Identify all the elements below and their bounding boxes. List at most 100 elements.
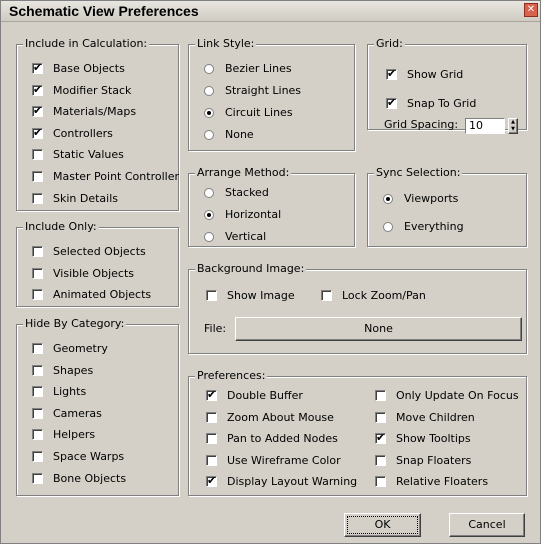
- check-icon: ✔: [387, 67, 397, 80]
- option-label: Bone Objects: [53, 471, 127, 485]
- option-label: Space Warps: [53, 450, 125, 463]
- option-label: Cameras: [53, 406, 102, 420]
- option-label: Circuit Lines: [225, 106, 293, 119]
- radio-circle[interactable]: [383, 222, 393, 232]
- radio-circle[interactable]: [204, 86, 214, 96]
- group-title: Arrange Method:: [195, 166, 292, 180]
- option-label: Controllers: [53, 126, 113, 140]
- title-bar[interactable]: Schematic View Preferences ✕: [1, 1, 540, 22]
- checkbox-box[interactable]: [375, 476, 386, 487]
- checkbox-box[interactable]: ✔: [32, 125, 43, 139]
- option-label: Double Buffer: [227, 389, 303, 402]
- option-label: Helpers: [53, 428, 96, 442]
- file-label: File:: [204, 322, 227, 335]
- option-label: Static Values: [53, 148, 124, 162]
- cancel-button[interactable]: Cancel: [449, 513, 525, 537]
- arrange-method-group: Arrange Method: Stacked Horizontal Vertica…: [188, 166, 355, 247]
- checkbox-box[interactable]: [32, 171, 43, 182]
- checkbox-box[interactable]: [375, 454, 386, 466]
- check-icon: ✔: [33, 104, 43, 118]
- option-label: Stacked: [225, 186, 269, 199]
- checkbox-box[interactable]: [32, 246, 43, 257]
- group-title: Link Style:: [195, 37, 257, 51]
- option-label: Lights: [53, 385, 87, 399]
- option-label: Everything: [404, 220, 464, 233]
- checkbox-box[interactable]: [32, 364, 43, 376]
- group-title: Sync Selection:: [374, 166, 463, 180]
- hide-by-category-group: Hide By Category: Geometry Shapes Lights Ca…: [16, 317, 179, 496]
- check-icon: ✔: [33, 125, 43, 139]
- option-label: Bezier Lines: [225, 62, 292, 75]
- checkbox-box[interactable]: ✔: [206, 388, 217, 401]
- radio-dot-icon: [207, 111, 211, 115]
- radio-circle[interactable]: [204, 210, 214, 220]
- close-icon[interactable]: ✕: [524, 3, 538, 17]
- checkbox-box[interactable]: [32, 472, 43, 484]
- checkbox-box[interactable]: [32, 386, 43, 398]
- option-label: Selected Objects: [53, 245, 146, 258]
- checkbox-box[interactable]: [206, 454, 217, 466]
- option-label: Straight Lines: [225, 84, 302, 97]
- option-label: Pan to Added Nodes: [227, 432, 338, 445]
- group-title: Grid:: [374, 37, 405, 51]
- option-label: Use Wireframe Color: [227, 453, 341, 467]
- radio-circle[interactable]: [383, 194, 393, 204]
- grid-spacing-input[interactable]: 10: [465, 118, 505, 134]
- option-label: Visible Objects: [53, 266, 134, 280]
- checkbox-box[interactable]: ✔: [375, 431, 386, 444]
- checkbox-box[interactable]: [32, 429, 43, 441]
- radio-dot-icon: [207, 213, 211, 217]
- checkbox-box[interactable]: [375, 390, 386, 401]
- option-label: Materials/Maps: [53, 105, 137, 119]
- option-label: Base Objects: [53, 62, 125, 75]
- checkbox-box[interactable]: ✔: [206, 474, 217, 487]
- include-only-group: Include Only: Selected Objects Visible Ob…: [16, 220, 179, 307]
- checkbox-box[interactable]: [32, 267, 43, 279]
- check-icon: ✔: [207, 388, 217, 401]
- group-title: Hide By Category:: [23, 317, 127, 331]
- checkbox-box[interactable]: [375, 411, 386, 423]
- radio-circle[interactable]: [204, 130, 214, 140]
- option-label: Viewports: [404, 192, 459, 205]
- checkbox-box[interactable]: [32, 149, 43, 161]
- spin-up-icon[interactable]: ▲: [509, 119, 517, 126]
- option-label: Shapes: [53, 363, 94, 377]
- file-select-button[interactable]: None: [235, 317, 522, 341]
- option-label: Modifier Stack: [53, 83, 132, 97]
- link-style-group: Link Style: Bezier Lines Straight Lines Ci…: [188, 37, 355, 151]
- spin-down-icon[interactable]: ▼: [509, 126, 517, 133]
- checkbox-box[interactable]: [32, 343, 43, 354]
- check-icon: ✔: [33, 61, 43, 74]
- checkbox-box[interactable]: [206, 411, 217, 423]
- check-icon: ✔: [33, 82, 43, 96]
- checkbox-box[interactable]: [206, 433, 217, 444]
- radio-dot-icon: [386, 197, 390, 201]
- checkbox-box[interactable]: ✔: [32, 61, 43, 74]
- check-icon: ✔: [387, 96, 397, 109]
- radio-circle[interactable]: [204, 108, 214, 118]
- grid-spacing-spinner[interactable]: ▲ ▼: [508, 118, 518, 134]
- option-label: Show Tooltips: [396, 432, 471, 445]
- radio-circle[interactable]: [204, 232, 214, 242]
- option-label: Display Layout Warning: [227, 475, 358, 488]
- checkbox-box[interactable]: [32, 289, 43, 301]
- checkbox-box[interactable]: ✔: [32, 104, 43, 118]
- option-label: Relative Floaters: [396, 475, 489, 488]
- option-label: Snap Floaters: [396, 453, 472, 467]
- radio-circle[interactable]: [204, 188, 214, 198]
- option-label: Horizontal: [225, 208, 282, 221]
- grid-group: Grid: ✔ Show Grid ✔ Snap To Grid Grid Sp…: [367, 37, 527, 134]
- group-title: Include in Calculation:: [23, 37, 150, 51]
- option-label: Move Children: [396, 410, 475, 424]
- checkbox-box[interactable]: [32, 407, 43, 419]
- checkbox-box[interactable]: ✔: [32, 82, 43, 96]
- ok-button[interactable]: OK: [344, 513, 421, 537]
- checkbox-box[interactable]: [32, 451, 43, 462]
- preferences-dialog: Schematic View Preferences ✕ Include in …: [0, 0, 541, 544]
- checkbox-box[interactable]: [32, 192, 43, 204]
- radio-circle[interactable]: [204, 64, 214, 74]
- option-label: None: [225, 128, 254, 141]
- option-label: Master Point Controller: [53, 170, 179, 183]
- group-title: Preferences:: [195, 369, 268, 383]
- grid-spacing-label: Grid Spacing:: [384, 118, 459, 131]
